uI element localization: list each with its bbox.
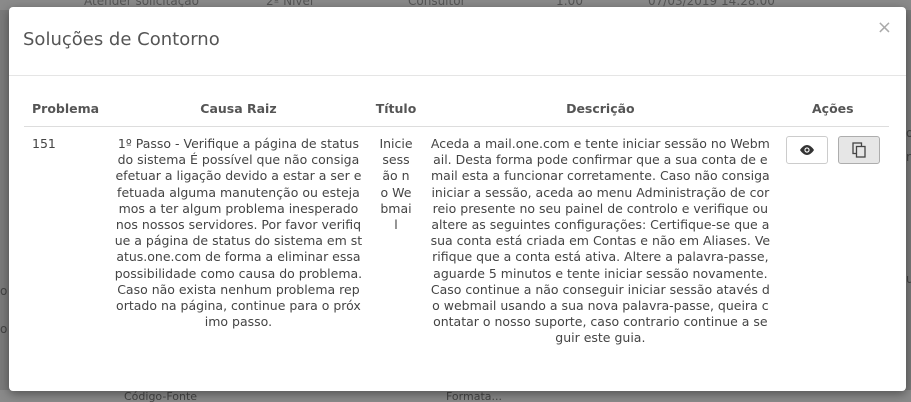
cell-acoes [777,127,889,356]
eye-icon [799,145,814,155]
row-actions [781,136,885,164]
descricao-text: Aceda a mail.one.com e tente iniciar ses… [430,136,771,346]
close-button[interactable]: × [877,19,892,37]
bg-item: Formata... [446,390,502,402]
modal-title: Soluções de Contorno [23,29,220,50]
workarounds-table: Problema Causa Raiz Título Descrição Açõ… [24,95,889,356]
header-descricao: Descrição [424,95,777,127]
header-causa-raiz: Causa Raiz [109,95,368,127]
cell-problema: 151 [32,136,56,151]
background-editor-toolbar: Código-Fonte Formata... [0,390,911,402]
view-button[interactable] [785,136,828,164]
copy-icon [852,142,866,158]
workarounds-modal: Soluções de Contorno × Problema Causa Ra… [9,7,906,391]
header-acoes: Ações [776,95,889,127]
header-titulo: Título [367,95,425,127]
table-row: 151 1º Passo - Verifique a página de sta… [24,127,889,356]
bg-item: Código-Fonte [124,390,198,402]
modal-header: Soluções de Contorno × [9,7,906,76]
causa-raiz-text: 1º Passo - Verifique a página de status … [114,136,363,330]
copy-button[interactable] [837,136,880,164]
bg-side-text: ua [906,272,911,286]
bg-side-text: o [0,284,8,298]
titulo-text: Iniciesessão no Webmail [379,136,413,233]
cell-titulo: Iniciesessão no Webmail [368,127,424,356]
table-header-row: Problema Causa Raiz Título Descrição Açõ… [24,95,889,127]
bg-side-text: o [0,322,8,336]
cell-causa-raiz: 1º Passo - Verifique a página de status … [109,127,368,356]
bg-side-text: o [906,126,911,140]
bg-side-text: re [906,150,911,164]
cell-descricao: Aceda a mail.one.com e tente iniciar ses… [424,127,776,356]
header-problema: Problema [24,95,110,127]
